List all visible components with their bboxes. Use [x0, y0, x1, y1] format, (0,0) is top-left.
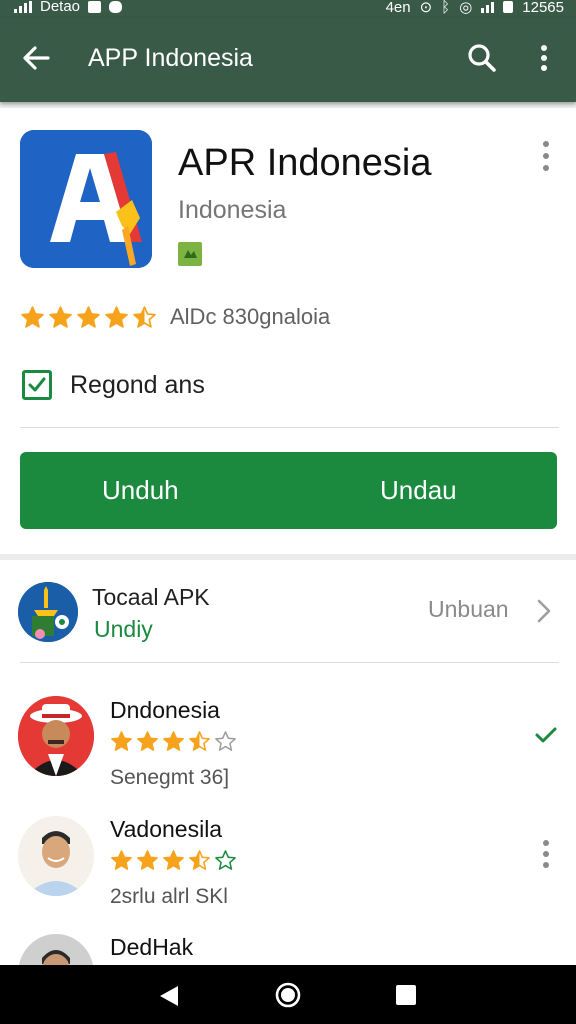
- check-icon: [535, 727, 557, 743]
- divider: [20, 662, 559, 663]
- more-vert-icon[interactable]: [538, 838, 554, 870]
- reviewer-name: DedHak: [110, 934, 194, 960]
- pagoda-icon: [18, 582, 78, 642]
- star-full-icon: [163, 850, 184, 870]
- alarm-icon: ⊙: [419, 0, 433, 16]
- star-full-icon: [77, 305, 100, 328]
- star-full-icon: [21, 305, 44, 328]
- review-stars: [110, 730, 240, 753]
- star-full-icon: [137, 731, 158, 751]
- review-meta: 2srlu alrl SKl: [110, 885, 228, 908]
- star-half-icon: [133, 305, 156, 328]
- star-empty-icon: [215, 731, 236, 751]
- app-bar: APP Indonesia: [0, 18, 576, 102]
- app-bar-title: APP Indonesia: [88, 44, 253, 72]
- review-meta: Senegmt 36]: [110, 766, 230, 789]
- app-rating-row: AlDc 830gnaloia: [20, 304, 330, 330]
- app-title: APR Indonesia: [178, 142, 432, 184]
- reviewer-name: Dndonesia: [110, 697, 220, 723]
- secondary-download-button[interactable]: Undau: [290, 452, 557, 529]
- star-full-icon: [111, 850, 132, 870]
- app-detail-card: APR Indonesia Indonesia AlDc 830gnaloia …: [0, 108, 576, 554]
- star-empty-icon: [215, 850, 236, 870]
- chevron-right-icon[interactable]: [536, 598, 552, 624]
- network-label: 4en: [385, 0, 411, 16]
- more-vert-icon[interactable]: [532, 42, 556, 74]
- home-icon[interactable]: [274, 981, 302, 1009]
- cell-icon: [481, 1, 495, 13]
- editors-choice-badge-icon: [178, 242, 202, 266]
- reviewer-name: Vadonesila: [110, 816, 223, 842]
- app-logo-icon: [20, 130, 152, 268]
- card-more-icon[interactable]: [538, 138, 554, 174]
- rating-count: AlDc 830gnaloia: [170, 304, 331, 329]
- install-button-bar: Unduh Undau: [20, 452, 557, 529]
- signal-icon: [14, 0, 32, 13]
- system-nav-bar: [0, 965, 576, 1024]
- star-full-icon: [137, 850, 158, 870]
- checkbox-row[interactable]: Regond ans: [22, 370, 205, 400]
- status-left: Detao: [14, 0, 123, 15]
- divider: [20, 427, 559, 428]
- promo-action-link[interactable]: Unbuan: [428, 596, 509, 623]
- avatar[interactable]: [18, 816, 94, 896]
- recents-icon[interactable]: [396, 985, 416, 1005]
- star-full-icon: [111, 731, 132, 751]
- star-full-icon: [105, 305, 128, 328]
- star-full-icon: [49, 305, 72, 328]
- bluetooth-icon: ᛒ: [441, 0, 451, 16]
- check-icon: [28, 377, 46, 392]
- star-half-icon: [189, 850, 210, 870]
- avatar[interactable]: [18, 696, 94, 776]
- checkbox-label: Regond ans: [70, 370, 205, 399]
- clock: 12565: [522, 0, 564, 16]
- carrier-label: Detao: [40, 0, 81, 15]
- review-stars: [110, 849, 240, 872]
- back-arrow-icon[interactable]: [20, 42, 52, 74]
- battery-icon: [503, 1, 514, 13]
- promo-subtitle[interactable]: Undiy: [94, 616, 153, 643]
- rating-stars: [20, 305, 160, 330]
- game-icon: [109, 0, 123, 13]
- checkbox[interactable]: [22, 370, 52, 400]
- star-half-icon: [189, 731, 210, 751]
- developer-link[interactable]: Indonesia: [178, 196, 286, 225]
- star-full-icon: [163, 731, 184, 751]
- search-icon[interactable]: [466, 42, 498, 74]
- download-button[interactable]: Unduh: [20, 452, 290, 529]
- back-icon[interactable]: [158, 984, 180, 1008]
- status-right: 4en ⊙ ᛒ ◎ 12565: [386, 0, 564, 16]
- related-card: Tocaal APK Undiy Unbuan Dndonesia Senegm…: [0, 560, 576, 1014]
- notification-icon: [88, 0, 102, 13]
- status-bar: Detao 4en ⊙ ᛒ ◎ 12565: [0, 0, 576, 18]
- wifi-icon: ◎: [459, 0, 473, 16]
- promo-title: Tocaal APK: [92, 584, 210, 610]
